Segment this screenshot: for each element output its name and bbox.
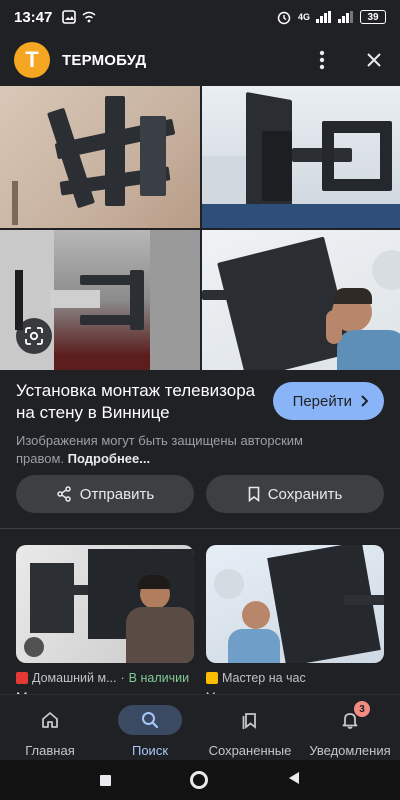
nav-saved[interactable]: Сохраненные — [200, 695, 300, 760]
related-results: Домашний м... · В наличии Монтаж телевиз… — [16, 545, 384, 703]
disclaimer-text: Изображения могут быть защищены авторски… — [16, 433, 303, 466]
close-button[interactable] — [362, 48, 386, 72]
battery-icon: 39 — [360, 10, 386, 24]
section-divider — [0, 528, 400, 529]
result-info: Установка монтаж телевизора на стену в В… — [0, 368, 400, 468]
visit-label: Перейти — [292, 392, 352, 410]
photo-installer-tv[interactable] — [202, 230, 400, 370]
back-button[interactable] — [288, 771, 300, 790]
status-bar: 13:47 4G 39 — [0, 0, 400, 34]
nav-search-label: Поиск — [131, 743, 169, 758]
result-header: Т ТЕРМОБУД — [0, 34, 400, 86]
related-card[interactable]: Домашний м... · В наличии Монтаж телевиз… — [16, 545, 194, 703]
site-logo[interactable]: Т — [14, 42, 50, 78]
recent-apps-button[interactable] — [99, 774, 111, 786]
site-favicon-icon — [16, 672, 28, 684]
availability-label: В наличии — [128, 671, 190, 685]
logo-letter: Т — [25, 47, 39, 72]
photo-bracket-wall[interactable] — [0, 86, 200, 228]
nav-notifications[interactable]: 3 Уведомления — [300, 695, 400, 760]
system-status: 4G 39 — [276, 9, 386, 25]
learn-more-link[interactable]: Подробнее... — [68, 451, 150, 466]
bookmarks-icon — [242, 713, 256, 729]
result-title[interactable]: Установка монтаж телевизора на стену в В… — [16, 380, 266, 424]
nav-home[interactable]: Главная — [0, 695, 100, 760]
save-button[interactable]: Сохранить — [206, 475, 384, 513]
bookmark-icon — [248, 486, 260, 502]
site-name[interactable]: ТЕРМОБУД — [62, 52, 146, 69]
circle-icon — [190, 771, 209, 789]
nav-search[interactable]: Поиск — [100, 695, 200, 760]
bottom-navigation: Главная Поиск Сохраненные 3 Уведомления — [0, 694, 400, 760]
wifi-icon — [82, 11, 96, 23]
gallery-icon — [62, 10, 77, 24]
search-icon — [142, 712, 159, 729]
notification-badge: 3 — [354, 701, 370, 717]
site-favicon-icon — [206, 672, 218, 684]
copyright-disclaimer: Изображения могут быть защищены авторски… — [16, 432, 336, 468]
notification-icons — [62, 10, 96, 24]
nav-saved-label: Сохраненные — [208, 743, 292, 758]
save-label: Сохранить — [267, 485, 343, 503]
visit-button[interactable]: Перейти — [272, 382, 384, 420]
action-buttons: Отправить Сохранить — [16, 475, 384, 513]
more-options-button[interactable] — [310, 48, 334, 72]
alarm-icon — [277, 11, 291, 25]
home-system-button[interactable] — [190, 771, 209, 789]
related-card[interactable]: Мастер на час У — [206, 545, 384, 703]
system-navigation-bar — [0, 760, 400, 800]
related-image[interactable] — [16, 545, 194, 663]
chevron-right-icon — [361, 395, 368, 407]
related-source-row: Домашний м... · В наличии — [16, 671, 194, 685]
home-icon — [42, 712, 58, 728]
back-triangle-icon — [289, 771, 300, 784]
signal-icon-2 — [338, 11, 353, 23]
share-button[interactable]: Отправить — [16, 475, 194, 513]
product-tag-icon — [24, 637, 44, 657]
share-icon — [57, 486, 71, 502]
status-time: 13:47 — [14, 8, 53, 26]
related-source: Мастер на час — [222, 671, 306, 685]
network-type: 4G — [297, 12, 310, 22]
related-image[interactable] — [206, 545, 384, 663]
related-source: Домашний м... — [32, 671, 117, 685]
signal-icon — [316, 11, 331, 23]
share-label: Отправить — [79, 485, 155, 503]
related-source-row: Мастер на час — [206, 671, 384, 685]
photo-swivel-mount[interactable] — [202, 86, 400, 228]
google-lens-button[interactable] — [16, 318, 52, 354]
close-icon — [367, 53, 381, 67]
lens-icon — [25, 327, 43, 345]
nav-notifications-label: Уведомления — [309, 743, 391, 758]
square-icon — [99, 774, 111, 786]
more-vert-icon — [319, 50, 325, 70]
nav-home-label: Главная — [25, 743, 75, 758]
image-collage[interactable] — [0, 86, 400, 370]
